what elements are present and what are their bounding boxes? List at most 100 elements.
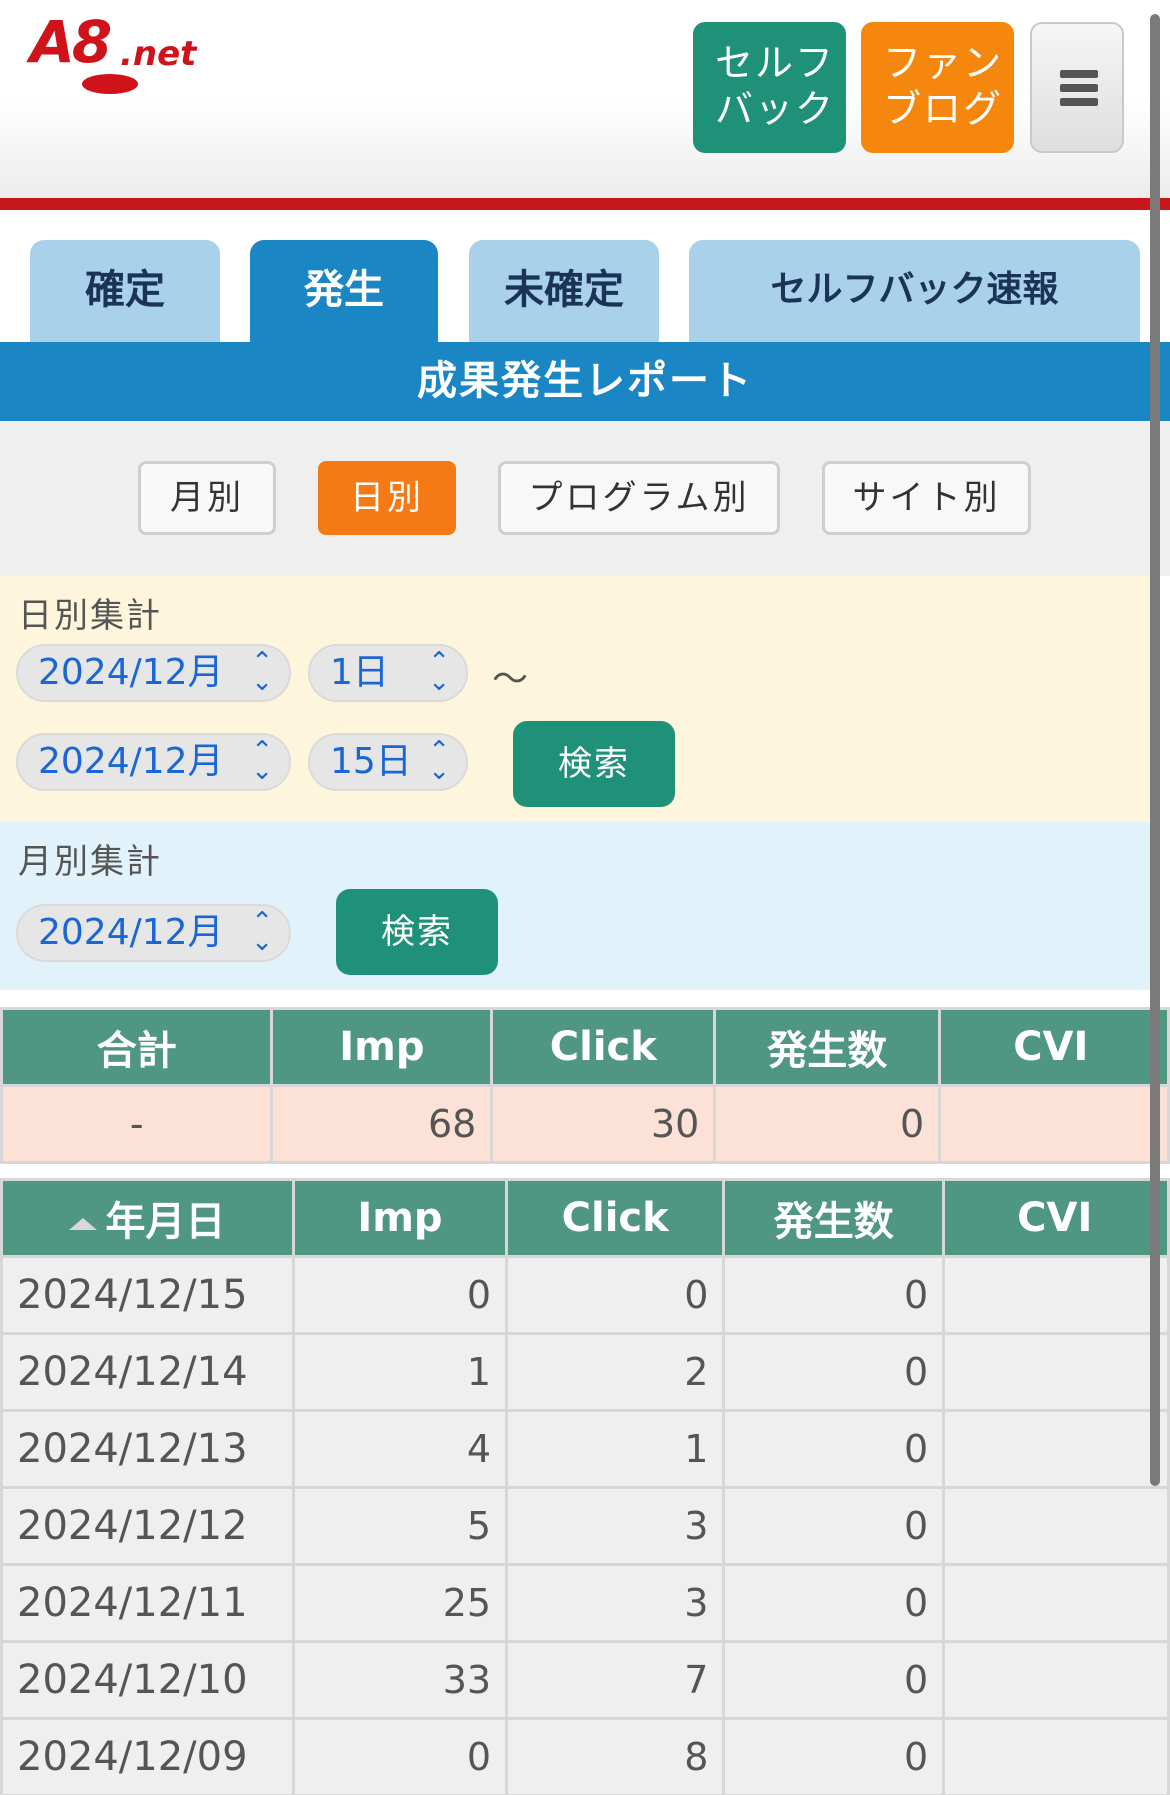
table-row: 2024/12/11 25 3 0 <box>0 1563 1170 1643</box>
selfback-label-line2: バック <box>715 87 836 131</box>
cell-imp: 0 <box>291 1717 509 1795</box>
cell-occurrences: 0 <box>722 1640 946 1720</box>
tab-confirmed[interactable]: 確定 <box>30 240 220 342</box>
cell-cvr <box>942 1486 1170 1566</box>
chevron-updown-icon: ⌃ ⌄ <box>251 736 273 786</box>
daily-search-button[interactable]: 検索 <box>513 721 675 807</box>
table-row: 2024/12/14 1 2 0 <box>0 1332 1170 1412</box>
summary-row: - 68 30 0 <box>0 1084 1170 1164</box>
cell-occurrences: 0 <box>722 1409 946 1489</box>
cell-click: 7 <box>505 1640 726 1720</box>
header-divider <box>0 198 1170 210</box>
from-month-select[interactable]: 2024/12月 ⌃ ⌄ <box>16 644 291 702</box>
tab-unconfirmed[interactable]: 未確定 <box>469 240 659 342</box>
cell-imp: 1 <box>291 1332 509 1412</box>
col-header-occurrences[interactable]: 発生数 <box>722 1178 946 1258</box>
cell-date: 2024/12/15 <box>0 1255 295 1335</box>
subtab-by-site[interactable]: サイト別 <box>822 461 1031 535</box>
subtab-monthly[interactable]: 月別 <box>138 461 276 535</box>
cell-occurrences: 0 <box>722 1486 946 1566</box>
menu-button[interactable] <box>1030 22 1124 153</box>
to-month-value: 2024/12月 <box>38 741 224 782</box>
col-header-date[interactable]: 年月日 <box>0 1178 295 1258</box>
cell-date: 2024/12/14 <box>0 1332 295 1412</box>
to-day-select[interactable]: 15日 ⌃ ⌄ <box>308 733 468 791</box>
fanblog-label-line1: ファン <box>883 41 1004 85</box>
cell-cvr <box>942 1409 1170 1489</box>
to-month-select[interactable]: 2024/12月 ⌃ ⌄ <box>16 733 291 791</box>
chevron-updown-icon: ⌃ ⌄ <box>251 647 273 697</box>
col-header-imp[interactable]: Imp <box>291 1178 509 1258</box>
logo-a8-text: A8 <box>30 8 112 76</box>
col-header-total: 合計 <box>0 1007 274 1087</box>
col-header-cvr: CVI <box>938 1007 1170 1087</box>
cell-click: 8 <box>505 1717 726 1795</box>
summary-occurrences: 0 <box>713 1084 942 1164</box>
month-value: 2024/12月 <box>38 912 224 953</box>
monthly-aggregate-section: 月別集計 2024/12月 ⌃ ⌄ 検索 <box>0 822 1160 990</box>
tab-selfback-report[interactable]: セルフバック速報 <box>689 240 1140 342</box>
cell-cvr <box>942 1640 1170 1720</box>
from-month-value: 2024/12月 <box>38 652 224 693</box>
cell-date: 2024/12/12 <box>0 1486 295 1566</box>
from-day-select[interactable]: 1日 ⌃ ⌄ <box>308 644 468 702</box>
cell-occurrences: 0 <box>722 1717 946 1795</box>
daily-data-table: 年月日 Imp Click 発生数 CVI 2024/12/15 0 0 0 2… <box>0 1178 1170 1795</box>
col-header-date-label: 年月日 <box>105 1199 226 1245</box>
cell-date: 2024/12/11 <box>0 1563 295 1643</box>
cell-cvr <box>942 1255 1170 1335</box>
cell-imp: 25 <box>291 1563 509 1643</box>
summary-cvr <box>938 1084 1170 1164</box>
table-row: 2024/12/15 0 0 0 <box>0 1255 1170 1335</box>
from-day-value: 1日 <box>330 652 389 693</box>
tab-occurred[interactable]: 発生 <box>250 240 438 342</box>
subtab-by-program[interactable]: プログラム別 <box>498 461 780 535</box>
col-header-click: Click <box>490 1007 717 1087</box>
summary-header-row: 合計 Imp Click 発生数 CVI <box>0 1007 1170 1087</box>
table-row: 2024/12/10 33 7 0 <box>0 1640 1170 1720</box>
col-header-occurrences: 発生数 <box>713 1007 942 1087</box>
summary-click: 30 <box>490 1084 717 1164</box>
daily-aggregate-section: 日別集計 2024/12月 ⌃ ⌄ 1日 ⌃ ⌄ 〜 2024/12月 ⌃ ⌄ 15日… <box>0 576 1160 822</box>
page-title: 成果発生レポート <box>0 342 1170 421</box>
table-row: 2024/12/09 0 8 0 <box>0 1717 1170 1795</box>
daily-aggregate-title: 日別集計 <box>18 596 162 636</box>
fanblog-label-line2: ブログ <box>883 87 1004 131</box>
sort-asc-icon <box>69 1218 98 1230</box>
cell-click: 0 <box>505 1255 726 1335</box>
cell-click: 1 <box>505 1409 726 1489</box>
logo-net-text: .net <box>120 34 197 74</box>
daily-header-row: 年月日 Imp Click 発生数 CVI <box>0 1178 1170 1258</box>
fanblog-button[interactable]: ファン ブログ <box>861 22 1014 153</box>
range-tilde: 〜 <box>492 659 529 700</box>
cell-cvr <box>942 1563 1170 1643</box>
cell-occurrences: 0 <box>722 1563 946 1643</box>
cell-date: 2024/12/10 <box>0 1640 295 1720</box>
logo-swoosh <box>82 74 138 94</box>
cell-cvr <box>942 1332 1170 1412</box>
page-scrollbar[interactable] <box>1150 14 1160 1486</box>
cell-imp: 33 <box>291 1640 509 1720</box>
report-tabs: 確定 発生 未確定 セルフバック速報 <box>0 210 1170 342</box>
cell-occurrences: 0 <box>722 1332 946 1412</box>
period-subtabs: 月別 日別 プログラム別 サイト別 <box>0 421 1170 576</box>
table-row: 2024/12/13 4 1 0 <box>0 1409 1170 1489</box>
selfback-button[interactable]: セルフ バック <box>693 22 846 153</box>
cell-click: 3 <box>505 1486 726 1566</box>
col-header-click[interactable]: Click <box>505 1178 726 1258</box>
cell-click: 3 <box>505 1563 726 1643</box>
cell-imp: 4 <box>291 1409 509 1489</box>
cell-occurrences: 0 <box>722 1255 946 1335</box>
cell-click: 2 <box>505 1332 726 1412</box>
col-header-imp: Imp <box>270 1007 494 1087</box>
summary-total: - <box>0 1084 274 1164</box>
monthly-search-button[interactable]: 検索 <box>336 889 498 975</box>
col-header-cvr[interactable]: CVI <box>942 1178 1170 1258</box>
subtab-daily[interactable]: 日別 <box>318 461 456 535</box>
hamburger-menu-icon <box>1060 70 1098 106</box>
month-select[interactable]: 2024/12月 ⌃ ⌄ <box>16 904 291 962</box>
cell-imp: 5 <box>291 1486 509 1566</box>
summary-imp: 68 <box>270 1084 494 1164</box>
table-row: 2024/12/12 5 3 0 <box>0 1486 1170 1566</box>
cell-imp: 0 <box>291 1255 509 1335</box>
